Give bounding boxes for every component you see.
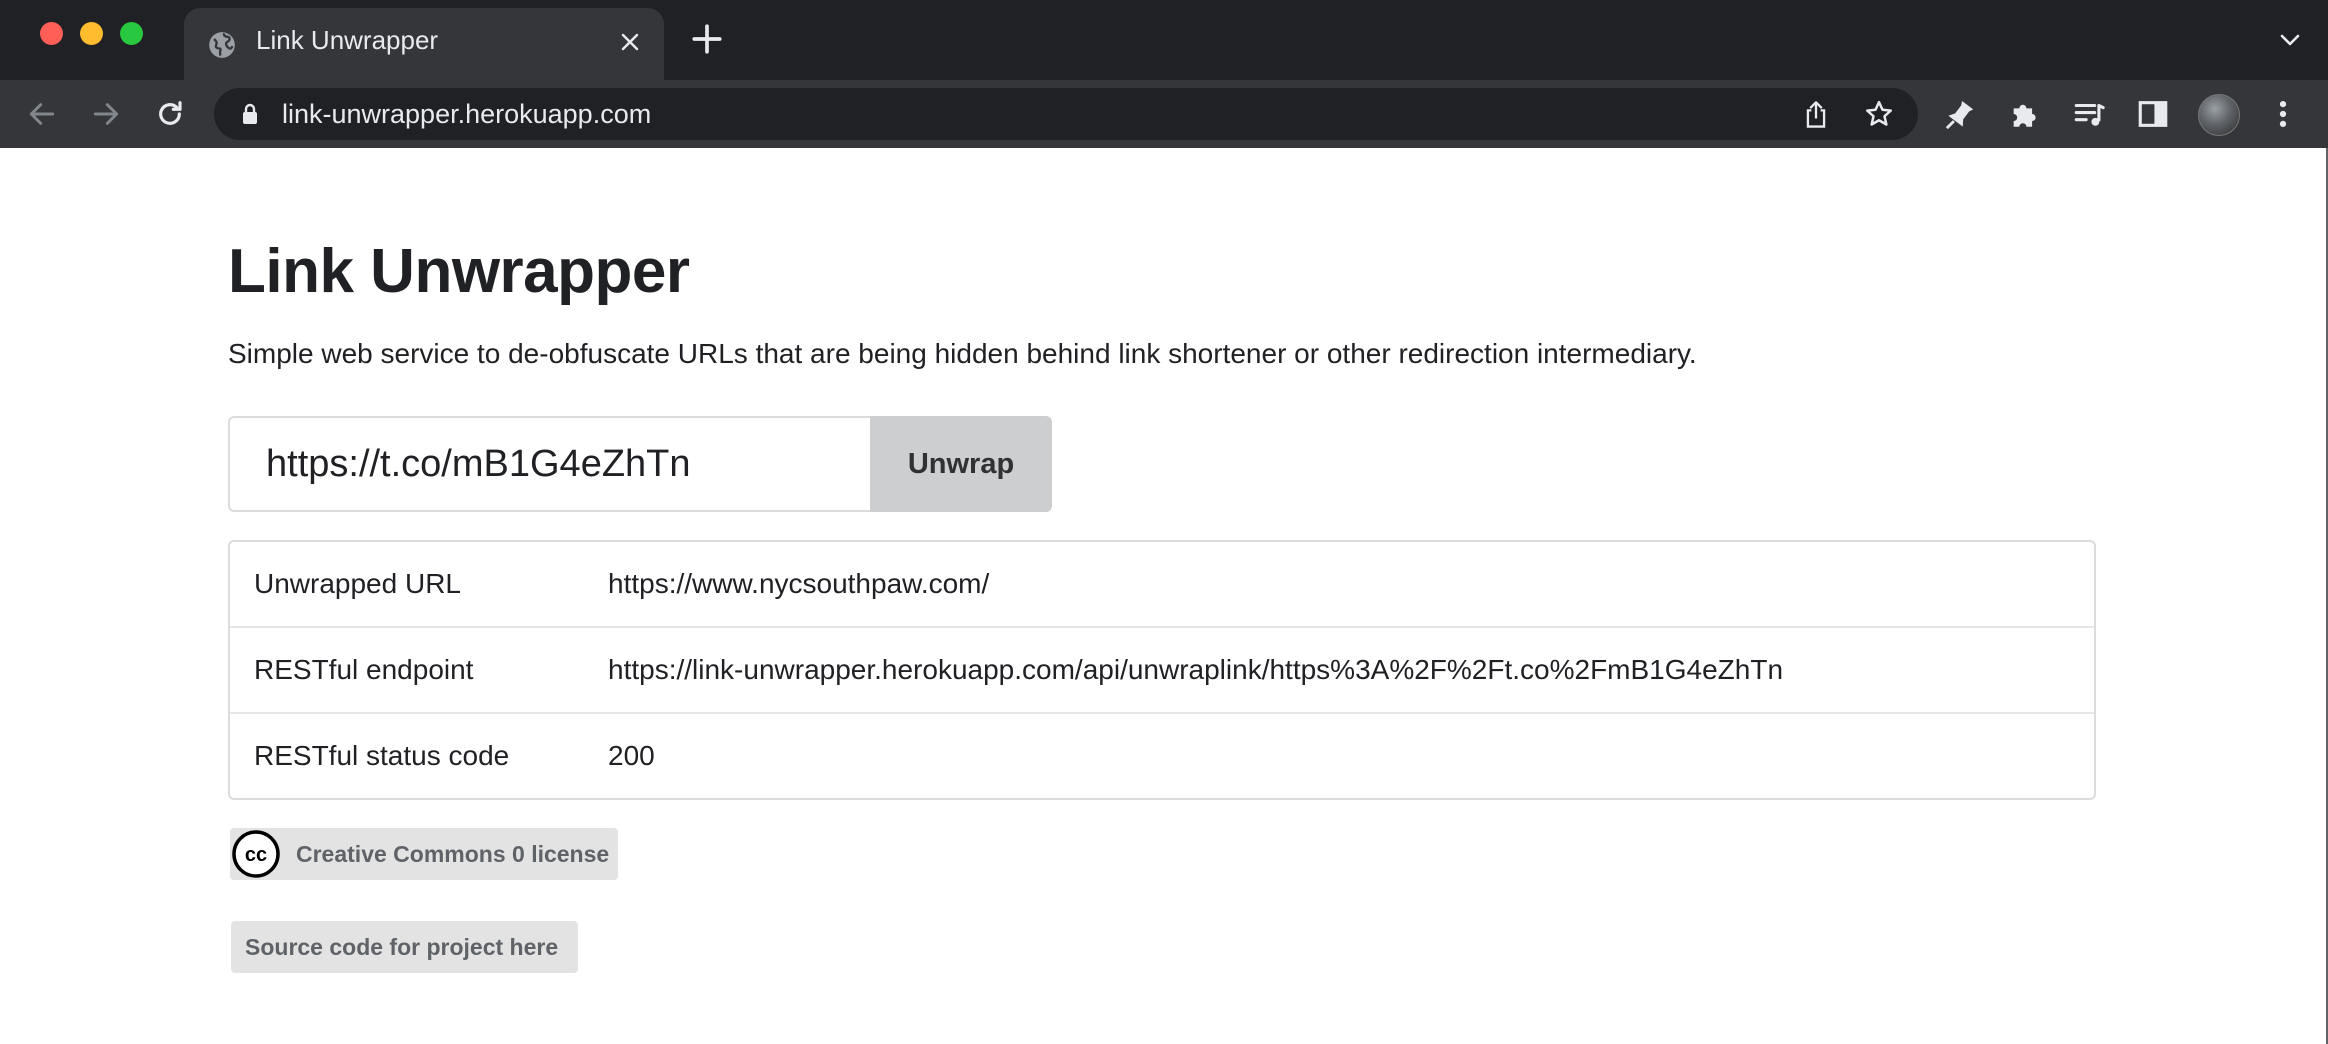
star-icon[interactable] <box>1864 99 1894 129</box>
unwrap-button[interactable]: Unwrap <box>870 416 1052 512</box>
plus-icon[interactable] <box>690 22 724 56</box>
creative-commons-icon: cc <box>232 830 280 878</box>
results-table: Unwrapped URL https://www.nycsouthpaw.co… <box>228 540 2096 800</box>
sidepanel-icon[interactable] <box>2136 97 2170 131</box>
unwrap-form: Unwrap <box>228 416 1052 512</box>
page-title: Link Unwrapper <box>228 237 690 306</box>
result-label: RESTful status code <box>254 740 510 771</box>
source-code-link[interactable]: Source code for project here <box>231 921 579 973</box>
avatar[interactable] <box>2198 94 2240 136</box>
puzzle-icon[interactable] <box>2008 97 2042 131</box>
chevron-down-icon[interactable] <box>2278 28 2302 52</box>
browser-tab-strip: Link Unwrapper <box>0 0 2328 80</box>
browser-toolbar: link-unwrapper.herokuapp.com <box>0 80 2328 148</box>
tab-title: Link Unwrapper <box>256 25 439 55</box>
svg-text:cc: cc <box>245 844 267 866</box>
page-content: Link Unwrapper Simple web service to de-… <box>0 148 2326 1044</box>
table-row: RESTful endpoint https://link-unwrapper.… <box>230 628 2094 714</box>
result-label: Unwrapped URL <box>230 542 584 628</box>
forward-arrow-icon[interactable] <box>90 98 122 130</box>
address-bar[interactable]: link-unwrapper.herokuapp.com <box>214 88 1918 140</box>
table-row: Unwrapped URL https://www.nycsouthpaw.co… <box>230 542 2094 628</box>
globe-icon <box>209 32 235 58</box>
page-description: Simple web service to de-obfuscate URLs … <box>228 338 1697 369</box>
minimize-window-button[interactable] <box>80 22 103 45</box>
reload-icon[interactable] <box>154 98 186 130</box>
media-icon[interactable] <box>2072 97 2106 131</box>
kebab-menu-icon[interactable] <box>2266 97 2300 131</box>
result-value: https://link-unwrapper.herokuapp.com/api… <box>584 628 2094 714</box>
result-value: https://www.nycsouthpaw.com/ <box>584 542 2094 628</box>
lock-icon[interactable] <box>240 103 260 125</box>
zoom-window-button[interactable] <box>120 22 143 45</box>
share-icon[interactable] <box>1802 100 1830 130</box>
pin-icon[interactable] <box>1944 97 1978 131</box>
browser-tab[interactable]: Link Unwrapper <box>184 8 664 80</box>
url-input[interactable] <box>228 416 870 512</box>
license-label[interactable]: Creative Commons 0 license <box>296 828 609 880</box>
address-text[interactable]: link-unwrapper.herokuapp.com <box>282 88 651 140</box>
close-icon[interactable] <box>618 30 642 54</box>
back-arrow-icon[interactable] <box>26 98 58 130</box>
table-row: RESTful status code 200 <box>230 714 2094 798</box>
license-badge[interactable]: cc Creative Commons 0 license <box>230 828 618 880</box>
result-label: RESTful endpoint <box>230 628 584 714</box>
close-window-button[interactable] <box>40 22 63 45</box>
result-value: 200 <box>608 740 655 771</box>
